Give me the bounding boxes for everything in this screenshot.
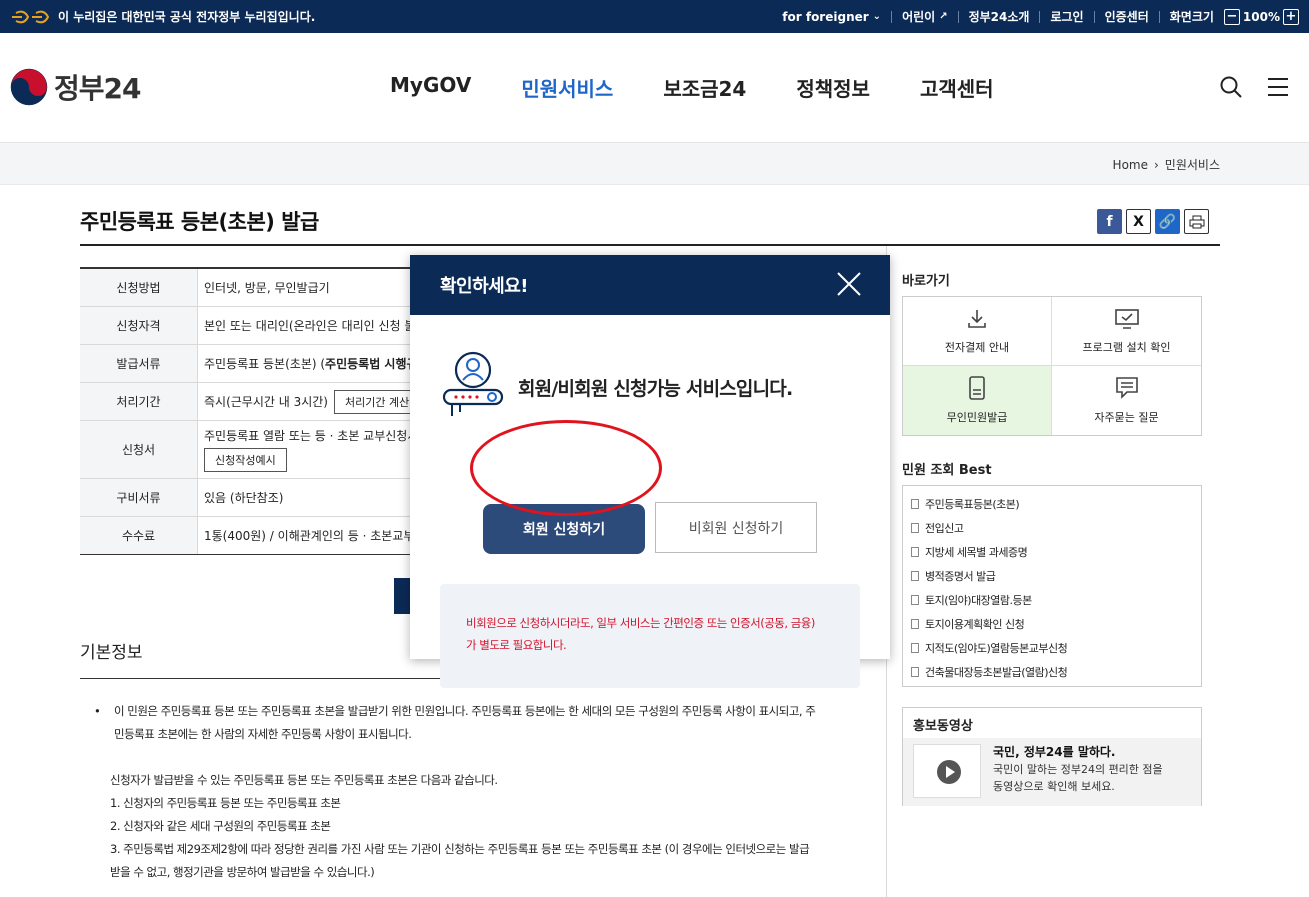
share-tools: f X 🔗 [1097, 209, 1209, 234]
search-icon[interactable] [1219, 75, 1243, 102]
site-header: 정부24 MyGOV 민원서비스 보조금24 정책정보 고객센터 [0, 33, 1309, 143]
list-item[interactable]: 토지(임야)대장열람.등본 [911, 588, 1193, 612]
basic-info-body: 이 민원은 주민등록표 등본 또는 주민등록표 초본을 발급받기 위한 민원입니… [94, 700, 854, 884]
page-title: 주민등록표 등본(초본) 발급 [80, 210, 319, 234]
nav-subsidy24[interactable]: 보조금24 [663, 73, 746, 102]
document-icon [911, 499, 919, 509]
taegeuk-logo-icon [10, 68, 48, 106]
screen-size-label: 화면크기 [1169, 10, 1214, 24]
logo-text: 정부24 [54, 72, 141, 105]
document-icon [911, 547, 919, 557]
x-twitter-icon[interactable]: X [1126, 209, 1151, 234]
modal-notice: 비회원으로 신청하시더라도, 일부 서비스는 간편인증 또는 인증서(공동, 금… [440, 584, 860, 688]
document-icon [911, 523, 919, 533]
cert-center-link[interactable]: 인증센터 [1105, 8, 1149, 25]
zoom-out-button[interactable]: − [1223, 8, 1240, 25]
speech-bubble-icon [1115, 376, 1139, 403]
download-icon [966, 308, 988, 333]
list-item[interactable]: 토지이용계획확인 신청 [911, 612, 1193, 636]
kids-link[interactable]: 어린이 ↗ [902, 8, 948, 25]
monitor-check-icon [1114, 308, 1140, 333]
play-icon [936, 759, 962, 788]
document-icon [911, 619, 919, 629]
promo-headline: 국민, 정부24를 말하다. [993, 745, 1116, 759]
document-icon [911, 571, 919, 581]
link-copy-icon[interactable]: 🔗 [1155, 209, 1180, 234]
video-thumbnail[interactable] [913, 744, 981, 798]
application-example-button[interactable]: 신청작성예시 [204, 448, 287, 472]
login-link[interactable]: 로그인 [1050, 8, 1083, 25]
quick-kiosk[interactable]: 무인민원발급 [903, 366, 1052, 435]
document-icon [911, 595, 919, 605]
best-list: 주민등록표등본(초본) 전입신고 지방세 세목별 과세증명 병적증명서 발급 토… [902, 485, 1202, 687]
document-icon [911, 643, 919, 653]
list-item[interactable]: 주민등록표등본(초본) [911, 492, 1193, 516]
breadcrumb-home[interactable]: Home [1113, 158, 1148, 172]
external-link-icon: ↗ [939, 11, 948, 22]
member-apply-button[interactable]: 회원 신청하기 [483, 504, 645, 554]
intro-link[interactable]: 정부24소개 [969, 8, 1030, 25]
nav-mygov[interactable]: MyGOV [390, 73, 471, 102]
confirm-modal: 확인하세요! 회원/비회원 신청가능 서비스입니다. 회원 신청하기 비회원 신… [410, 255, 890, 688]
nav-civil-service[interactable]: 민원서비스 [521, 73, 613, 102]
list-item[interactable]: 건축물대장등초본발급(열람)신청 [911, 660, 1193, 684]
best-title: 민원 조회 Best [902, 463, 992, 478]
nav-policy-info[interactable]: 정책정보 [796, 73, 870, 102]
egov-logo-icon [10, 10, 50, 24]
quick-program-install[interactable]: 프로그램 설치 확인 [1052, 297, 1201, 366]
chevron-down-icon: ⌄ [872, 11, 882, 22]
list-item[interactable]: 지적도(임야도)열람등본교부신청 [911, 636, 1193, 660]
print-icon[interactable] [1184, 209, 1209, 234]
quick-e-payment[interactable]: 전자결제 안내 [903, 297, 1052, 366]
breadcrumb-current[interactable]: 민원서비스 [1165, 156, 1220, 173]
facebook-icon[interactable]: f [1097, 209, 1122, 234]
user-login-icon [442, 350, 504, 425]
list-item[interactable]: 전입신고 [911, 516, 1193, 540]
quick-faq[interactable]: 자주묻는 질문 [1052, 366, 1201, 435]
modal-title: 확인하세요! [440, 276, 529, 297]
quick-links: 전자결제 안내 프로그램 설치 확인 무인민원발급 자주묻는 질문 [902, 296, 1202, 436]
list-item[interactable]: 지방세 세목별 과세증명 [911, 540, 1193, 564]
menu-icon[interactable] [1267, 77, 1289, 100]
basic-info-title: 기본정보 [80, 643, 143, 663]
promo-video: 홍보동영상 국민, 정부24를 말하다. 국민이 말하는 정부24의 편리한 점… [902, 707, 1202, 806]
guest-apply-button[interactable]: 비회원 신청하기 [655, 502, 817, 553]
foreigner-link[interactable]: for foreigner ⌄ [782, 10, 881, 24]
breadcrumb-band: Home › 민원서비스 [0, 143, 1309, 185]
official-notice: 이 누리집은 대한민국 공식 전자정부 누리집입니다. [58, 10, 316, 24]
close-icon[interactable] [836, 271, 862, 300]
promo-title: 홍보동영상 [913, 719, 973, 734]
breadcrumb: Home › 민원서비스 [1113, 156, 1220, 173]
document-icon [911, 667, 919, 677]
top-utility-bar: 이 누리집은 대한민국 공식 전자정부 누리집입니다. for foreigne… [0, 0, 1309, 33]
kiosk-icon [967, 376, 987, 403]
modal-message: 회원/비회원 신청가능 서비스입니다. [518, 378, 793, 400]
zoom-in-button[interactable]: + [1283, 8, 1299, 25]
zoom-level: 100% [1242, 9, 1280, 24]
chevron-right-icon: › [1153, 157, 1159, 172]
site-logo[interactable]: 정부24 [10, 67, 141, 107]
quick-links-title: 바로가기 [902, 274, 950, 289]
list-item[interactable]: 병적증명서 발급 [911, 564, 1193, 588]
main-navigation: MyGOV 민원서비스 보조금24 정책정보 고객센터 [390, 73, 994, 102]
nav-customer-center[interactable]: 고객센터 [920, 73, 994, 102]
